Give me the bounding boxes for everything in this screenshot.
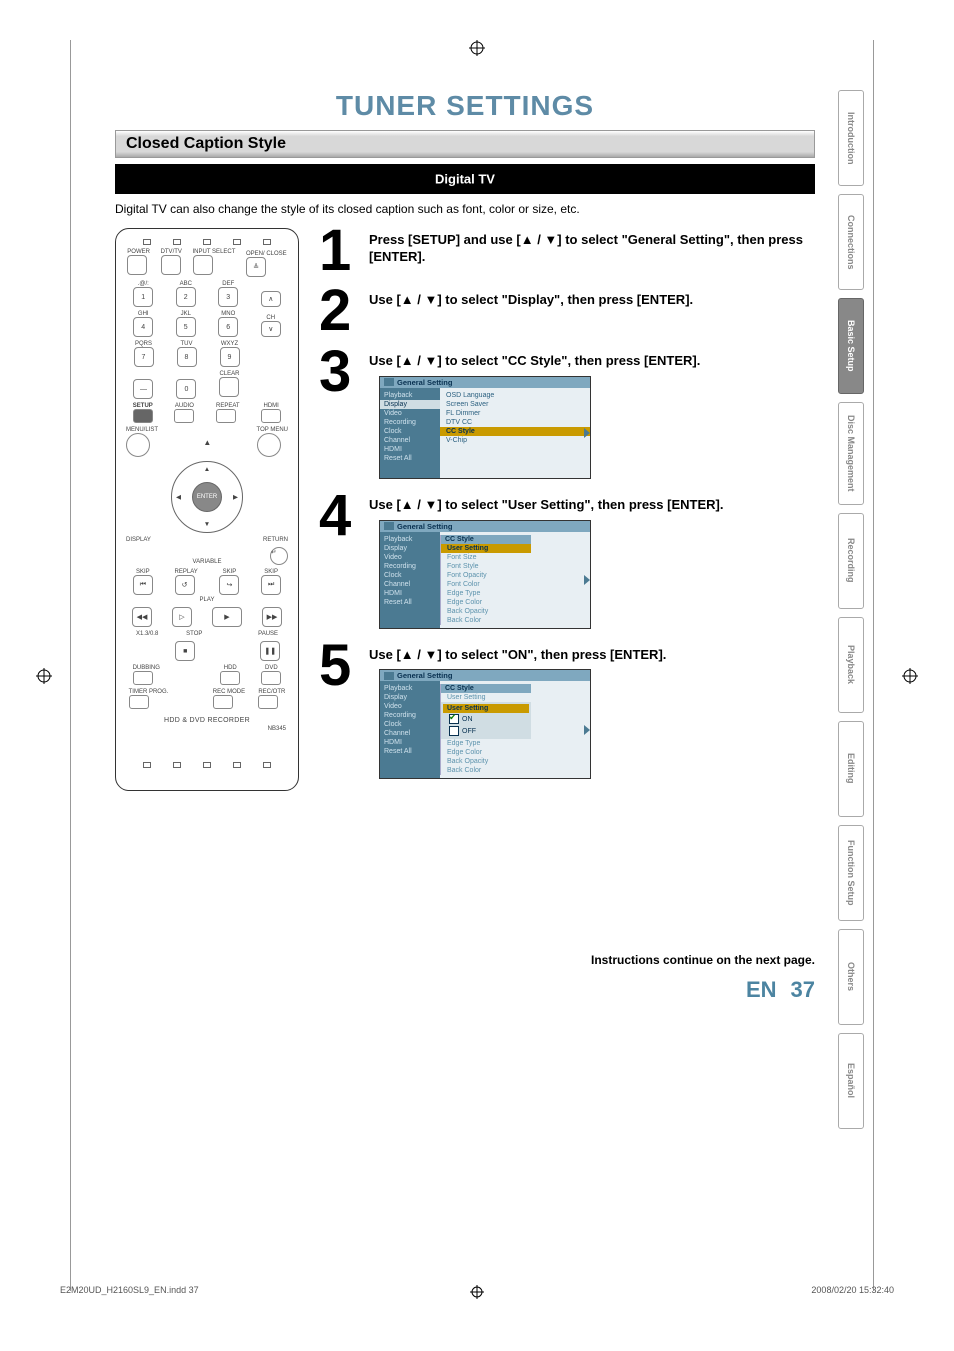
remote-control-illustration: POWER DTV/TV INPUT SELECT OPEN/ CLOSE≜ .…	[115, 228, 299, 791]
step-text: Use [▲ / ▼] to select "Display", then pr…	[369, 292, 815, 309]
step-4: 4 Use [▲ / ▼] to select "User Setting", …	[319, 493, 815, 629]
tab-recording[interactable]: Recording	[838, 513, 864, 609]
subsection-label: Digital TV	[419, 170, 511, 189]
tab-editing[interactable]: Editing	[838, 721, 864, 817]
tab-playback[interactable]: Playback	[838, 617, 864, 713]
crop-mark-icon	[36, 668, 52, 684]
step-2: 2 Use [▲ / ▼] to select "Display", then …	[319, 288, 815, 334]
step-number: 5	[319, 643, 361, 780]
step-number: 3	[319, 349, 361, 479]
page-title: TUNER SETTINGS	[115, 90, 815, 122]
tab-others[interactable]: Others	[838, 929, 864, 1025]
crop-mark-icon	[470, 1285, 484, 1301]
footer: E2M20UD_H2160SL9_EN.indd 37 2008/02/20 1…	[60, 1285, 894, 1295]
page-number: EN37	[115, 977, 815, 1003]
tab-connections[interactable]: Connections	[838, 194, 864, 290]
tab-espanol[interactable]: Español	[838, 1033, 864, 1129]
osd-screenshot: General Setting Playback Display Video R…	[379, 520, 591, 629]
margin-rule	[873, 40, 874, 1291]
tab-introduction[interactable]: Introduction	[838, 90, 864, 186]
continue-note: Instructions continue on the next page.	[115, 953, 815, 967]
side-tabs: Introduction Connections Basic Setup Dis…	[838, 90, 864, 1129]
footer-filename: E2M20UD_H2160SL9_EN.indd 37	[60, 1285, 199, 1295]
section-heading: Closed Caption Style	[115, 130, 815, 158]
step-number: 2	[319, 288, 361, 334]
intro-text: Digital TV can also change the style of …	[115, 202, 815, 216]
crop-mark-icon	[902, 668, 918, 684]
crop-mark-icon	[469, 40, 485, 56]
remote-model: NB345	[122, 726, 292, 732]
tab-function-setup[interactable]: Function Setup	[838, 825, 864, 921]
step-text: Use [▲ / ▼] to select "ON", then press […	[369, 647, 815, 664]
step-text: Use [▲ / ▼] to select "CC Style", then p…	[369, 353, 815, 370]
step-5: 5 Use [▲ / ▼] to select "ON", then press…	[319, 643, 815, 780]
tab-disc-management[interactable]: Disc Management	[838, 402, 864, 505]
remote-logo: HDD & DVD RECORDER	[122, 717, 292, 724]
margin-rule	[70, 40, 71, 1291]
step-number: 1	[319, 228, 361, 274]
step-3: 3 Use [▲ / ▼] to select "CC Style", then…	[319, 349, 815, 479]
step-1: 1 Press [SETUP] and use [▲ / ▼] to selec…	[319, 228, 815, 274]
tab-basic-setup[interactable]: Basic Setup	[838, 298, 864, 394]
subsection-bar: Digital TV	[115, 164, 815, 194]
osd-screenshot: General Setting Playback Display Video R…	[379, 669, 591, 779]
step-number: 4	[319, 493, 361, 629]
step-text: Press [SETUP] and use [▲ / ▼] to select …	[369, 232, 815, 266]
step-text: Use [▲ / ▼] to select "User Setting", th…	[369, 497, 815, 514]
osd-screenshot: General Setting Playback Display Video R…	[379, 376, 591, 479]
footer-timestamp: 2008/02/20 15:32:40	[811, 1285, 894, 1295]
